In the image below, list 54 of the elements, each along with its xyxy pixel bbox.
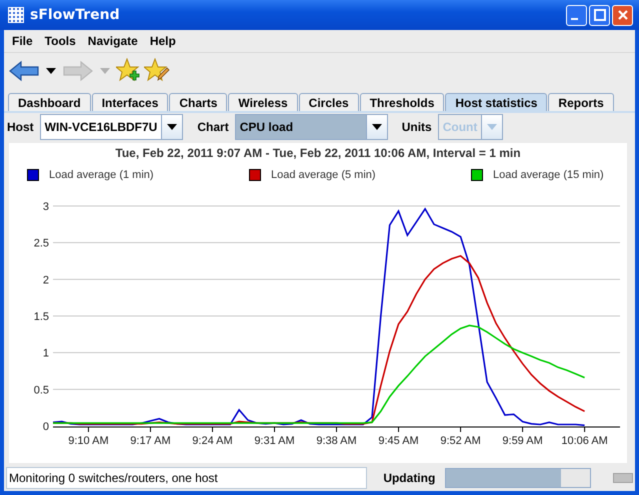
y-tick-label: 2 — [42, 274, 49, 286]
legend-label: Load average (15 min) — [493, 169, 604, 181]
y-tick-label: 2.5 — [34, 238, 49, 250]
menu-item[interactable]: File — [6, 34, 39, 48]
y-tick-label: 3 — [42, 201, 49, 213]
legend-label: Load average (5 min) — [271, 169, 376, 181]
tab[interactable]: Wireless — [228, 93, 298, 111]
minimize-icon — [571, 18, 578, 20]
tab[interactable]: Interfaces — [92, 93, 168, 111]
option-label: Host — [7, 120, 34, 134]
x-tick-label: 9:45 AM — [378, 435, 419, 447]
caret-icon — [167, 124, 178, 130]
x-tick-label: 9:59 AM — [502, 435, 543, 447]
chart-title: Tue, Feb 22, 2011 9:07 AM - Tue, Feb 22, 2011 10:06 AM, Interval = 1 min — [114, 145, 522, 162]
y-tick-label: 0.5 — [34, 384, 49, 396]
y-tick-label: 1.5 — [34, 311, 49, 323]
maximize-button[interactable] — [589, 4, 610, 26]
menu-item[interactable]: Help — [144, 34, 182, 48]
tab[interactable]: Charts — [169, 93, 228, 111]
window-title: sFlowTrend — [30, 7, 121, 23]
caret-icon — [487, 124, 498, 130]
combo-box[interactable]: WIN-VCE16LBDF7U — [40, 114, 184, 140]
tab[interactable]: Thresholds — [360, 93, 444, 111]
tab[interactable]: Dashboard — [8, 93, 91, 111]
caret-icon — [46, 68, 56, 74]
grid-icon — [8, 7, 24, 23]
x-tick-label: 9:24 AM — [192, 435, 233, 447]
caret-icon — [100, 68, 110, 74]
option-label: Units — [402, 120, 432, 134]
maximize-icon — [594, 9, 606, 21]
x-tick-label: 9:52 AM — [440, 435, 481, 447]
x-tick-label: 9:17 AM — [130, 435, 171, 447]
tab[interactable]: Reports — [548, 93, 614, 111]
caret-icon — [372, 124, 382, 130]
minimize-button[interactable] — [566, 4, 587, 26]
option-label: Chart — [197, 120, 229, 134]
y-tick-label: 0 — [42, 421, 49, 433]
menu-item[interactable]: Navigate — [82, 34, 144, 48]
x-tick-label: 9:38 AM — [316, 435, 357, 447]
close-icon — [616, 9, 628, 21]
progress-label: Updating — [383, 471, 436, 485]
y-tick-label: 1 — [42, 348, 49, 360]
menu-item[interactable]: Tools — [38, 34, 82, 48]
tab[interactable]: Host statistics — [445, 93, 548, 111]
tab[interactable]: Circles — [298, 93, 359, 111]
legend-label: Load average (1 min) — [49, 169, 154, 181]
x-tick-label: 10:06 AM — [561, 435, 608, 447]
x-tick-label: 9:31 AM — [254, 435, 295, 447]
back-button[interactable] — [8, 60, 40, 82]
combo-box[interactable]: CPU load — [234, 114, 388, 140]
status-indicator — [613, 473, 633, 483]
close-button[interactable] — [612, 4, 633, 26]
status-message: Monitoring 0 switches/routers, one host — [6, 467, 368, 489]
x-tick-label: 9:10 AM — [68, 435, 109, 447]
